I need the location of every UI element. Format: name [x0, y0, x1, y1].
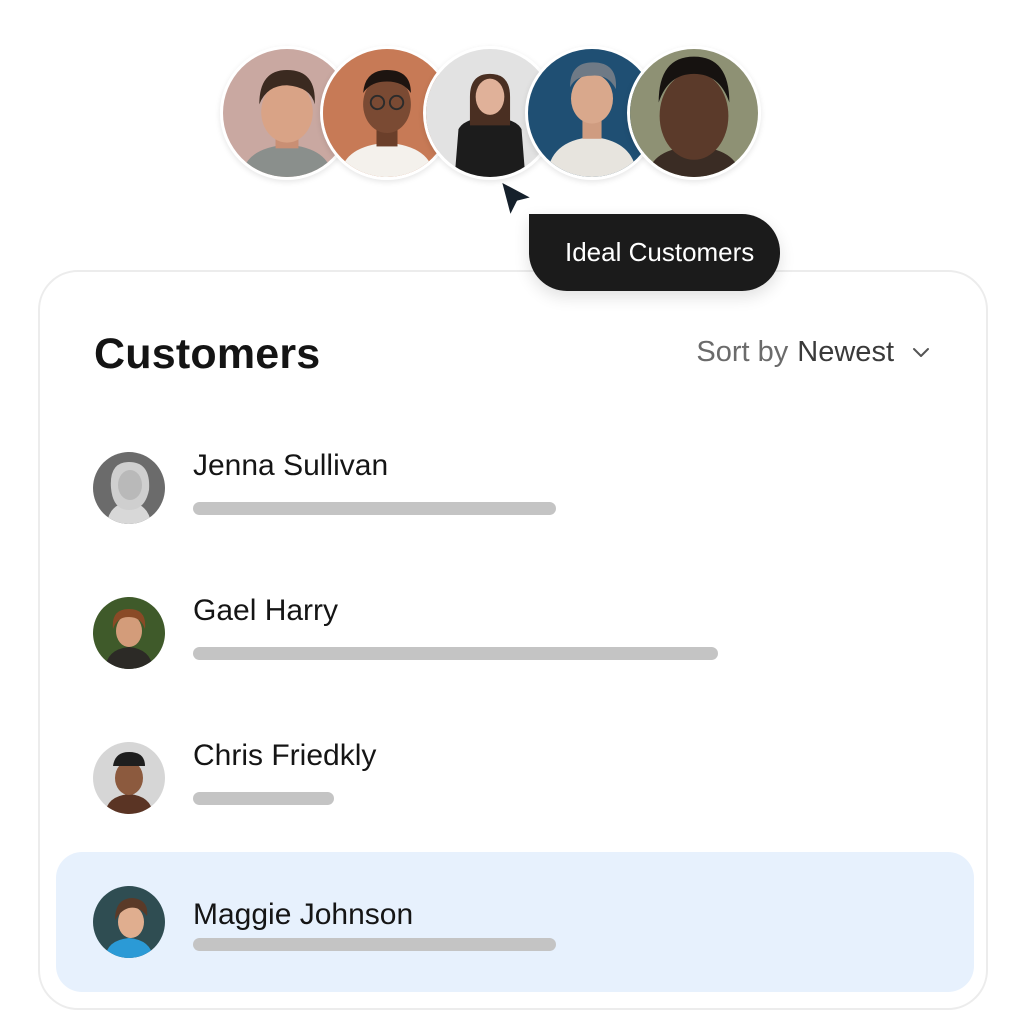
customer-name: Gael Harry — [193, 594, 339, 627]
detail-placeholder-bar — [193, 938, 556, 951]
customers-card: Customers Sort by Newest Jenna Sullivan — [38, 270, 988, 1010]
avatar — [93, 886, 165, 958]
avatar — [93, 597, 165, 669]
tooltip-label: Ideal Customers — [565, 237, 755, 267]
ideal-customers-avatar-group — [0, 0, 1024, 200]
avatar — [93, 452, 165, 524]
avatar[interactable] — [627, 46, 761, 180]
page-title: Customers — [94, 330, 321, 378]
sort-dropdown[interactable]: Sort by Newest — [696, 336, 930, 369]
detail-placeholder-bar — [193, 502, 556, 515]
customer-row[interactable]: Jenna Sullivan — [56, 425, 974, 551]
chevron-down-icon — [913, 347, 929, 357]
ideal-customers-tooltip: Ideal Customers — [529, 214, 781, 291]
detail-placeholder-bar — [193, 792, 334, 805]
customer-name: Maggie Johnson — [193, 898, 414, 931]
customer-row-selected[interactable]: Maggie Johnson — [56, 852, 974, 992]
customer-row[interactable]: Chris Friedkly — [56, 715, 974, 841]
sort-label: Sort by — [696, 336, 789, 368]
avatar — [93, 742, 165, 814]
sort-value: Newest — [797, 336, 894, 368]
detail-placeholder-bar — [193, 647, 718, 660]
customer-name: Jenna Sullivan — [193, 449, 389, 482]
customer-name: Chris Friedkly — [193, 739, 377, 772]
customer-row[interactable]: Gael Harry — [56, 570, 974, 696]
